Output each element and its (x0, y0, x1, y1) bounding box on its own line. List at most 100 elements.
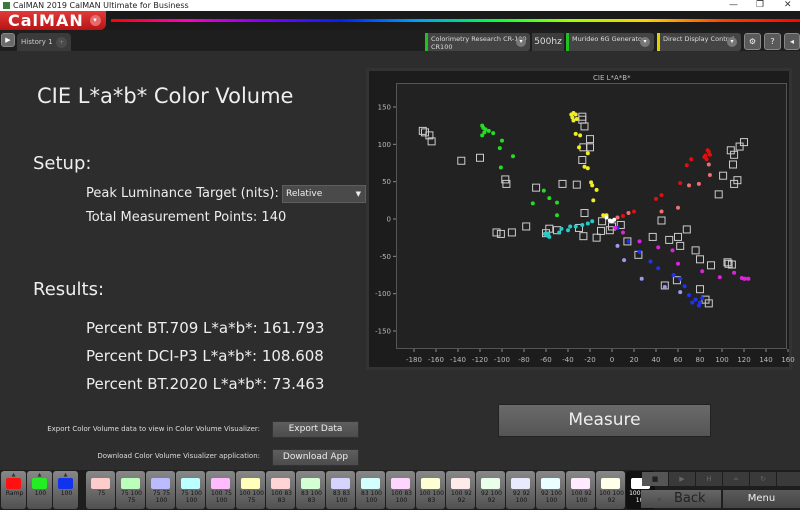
target-point (676, 241, 685, 250)
x-tick-label: 40 (652, 356, 661, 364)
target-point (580, 209, 589, 218)
palette-swatch[interactable]: 75 100 75 (116, 471, 145, 509)
swatch-color (511, 478, 530, 489)
palette-swatch[interactable]: 75 (86, 471, 115, 509)
measured-point (682, 284, 687, 289)
measured-point (639, 276, 644, 281)
palette-swatch[interactable]: 100 92 92 (446, 471, 475, 509)
eject-icon[interactable]: ▲ (12, 472, 16, 478)
measured-point (604, 215, 609, 220)
measured-point (690, 300, 695, 305)
palette-swatch[interactable]: 100 100 75 (236, 471, 265, 509)
palette-swatch[interactable]: 100 100 83 (416, 471, 445, 509)
measured-point (585, 166, 590, 171)
swatch-color (6, 478, 21, 489)
stop-icon[interactable]: ■ (642, 472, 668, 486)
target-point (592, 233, 601, 242)
blank-icon[interactable] (777, 472, 800, 486)
measured-point (585, 221, 590, 226)
target-point (674, 232, 682, 241)
swatch-color (571, 478, 590, 489)
target-point (597, 226, 605, 235)
back-icon: « (656, 495, 662, 505)
target-point (578, 115, 587, 124)
measured-point (498, 165, 503, 170)
measured-point (676, 261, 680, 266)
measured-point (541, 188, 546, 193)
measured-point (612, 217, 617, 222)
back-label: Back (673, 491, 706, 506)
palette-swatch[interactable]: 83 100 83 (296, 471, 325, 509)
swatch-label: 100 (34, 490, 47, 497)
x-tick-label: 0 (610, 356, 614, 364)
swatch-color (241, 478, 260, 489)
swatch-color (421, 478, 440, 489)
target-point (598, 217, 607, 226)
measured-point (670, 248, 675, 253)
target-point (719, 171, 728, 180)
measured-point (648, 259, 653, 264)
swatch-label: 100 92 100 (571, 490, 592, 504)
palette-swatch[interactable]: 92 100 92 (476, 471, 505, 509)
eject-icon[interactable]: ▲ (64, 472, 68, 478)
measured-point (707, 152, 712, 157)
measured-point (566, 228, 570, 233)
back-button[interactable]: « Back (641, 490, 721, 508)
measured-point (632, 209, 636, 214)
loop-icon[interactable]: ∞ (723, 472, 749, 486)
palette-swatch[interactable]: 100 83 83 (266, 471, 295, 509)
play-icon[interactable]: ▶ (669, 472, 695, 486)
palette-swatch[interactable]: 75 75 100 (146, 471, 175, 509)
swatch-color (32, 478, 47, 489)
palette-swatch[interactable]: 100 ▲ (53, 471, 78, 509)
target-point (507, 228, 516, 237)
measured-point (622, 258, 627, 263)
y-tick-label: 150 (378, 104, 391, 112)
menu-button[interactable]: Menu (723, 490, 800, 508)
x-tick-label: 100 (715, 356, 728, 364)
measured-point (621, 214, 625, 219)
palette-swatch[interactable]: 92 100 100 (536, 471, 565, 509)
target-point (696, 285, 704, 294)
measured-point (676, 205, 680, 210)
x-tick-label: -100 (494, 356, 510, 364)
swatch-color (391, 478, 410, 489)
palette-swatch[interactable]: 100 92 100 (566, 471, 595, 509)
measured-point (486, 128, 491, 133)
measured-point (717, 275, 722, 280)
hold-icon[interactable]: H (696, 472, 722, 486)
palette-swatch[interactable]: 75 100 100 (176, 471, 205, 509)
measured-point (659, 209, 664, 214)
palette-swatch[interactable]: 83 100 100 (356, 471, 385, 509)
measured-point (704, 157, 709, 162)
swatch-label: 100 (60, 490, 73, 497)
target-point (558, 179, 567, 188)
x-tick-label: -40 (562, 356, 573, 364)
palette-swatch[interactable]: 83 83 100 (326, 471, 355, 509)
measured-point (684, 163, 689, 168)
eject-icon[interactable]: ▲ (38, 472, 42, 478)
palette-swatch[interactable]: 100 100 92 (596, 471, 625, 509)
y-tick-label: -100 (375, 290, 391, 298)
x-tick-label: -80 (518, 356, 529, 364)
palette-swatch[interactable]: Ramp ▲ (1, 471, 26, 509)
measured-point (637, 249, 642, 254)
x-tick-label: 160 (781, 356, 794, 364)
measured-point (626, 239, 631, 244)
swatch-color (271, 478, 290, 489)
palette-swatch[interactable]: 100 75 100 (206, 471, 235, 509)
measured-point (574, 116, 579, 121)
swatch-color (151, 478, 170, 489)
swatch-label: 100 83 83 (271, 490, 292, 504)
palette-swatch[interactable]: 100 ▲ (27, 471, 52, 509)
target-point (729, 160, 737, 169)
measured-point (626, 211, 631, 216)
measured-point (591, 198, 596, 203)
swatch-color (361, 478, 380, 489)
palette-swatch[interactable]: 92 92 100 (506, 471, 535, 509)
refresh-icon[interactable]: ↻ (750, 472, 776, 486)
target-point (665, 235, 674, 244)
palette-swatch[interactable]: 100 83 100 (386, 471, 415, 509)
swatch-color (451, 478, 470, 489)
target-point (740, 138, 748, 147)
